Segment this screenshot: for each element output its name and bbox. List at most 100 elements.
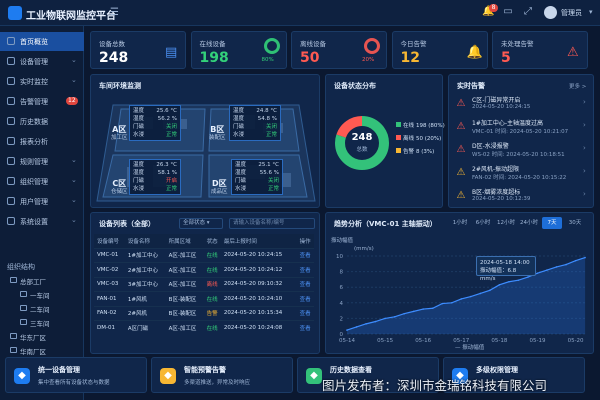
status-filter-select[interactable]: 全部状态 ▾ (179, 218, 223, 229)
sidebar-item-8[interactable]: 用户管理 ⌄ (0, 192, 84, 211)
alarm-title: 1#加工中心-主轴温度过高 (472, 120, 544, 127)
table-cell: 离线 (203, 276, 221, 292)
range-tab[interactable]: 24小时 (519, 217, 539, 229)
data-point (431, 307, 434, 310)
table-row[interactable]: VMC-01 1#加工中心 A区-加工区 在线 2024-05-20 10:24:15 查… (94, 247, 314, 263)
x-tick-label: 05-18 (491, 338, 507, 344)
sidebar-item-4[interactable]: 历史数据 (0, 112, 84, 131)
sensor-row: 湿度 56.2 % (133, 115, 177, 123)
sidebar-item-3[interactable]: 告警管理 12 (0, 92, 84, 111)
table-row[interactable]: VMC-03 3#加工中心 A区-加工区 离线 2024-05-20 09:10:32 查… (94, 276, 314, 292)
fullscreen-icon[interactable]: ⤢ (522, 6, 534, 18)
view-link[interactable]: 查看 (296, 262, 314, 277)
range-tab[interactable]: 12小时 (496, 217, 516, 229)
table-cell: FAN-02 (94, 305, 125, 321)
alarm-title: D区-水浸报警 (472, 143, 509, 150)
sidebar-item-0[interactable]: 首页概览 (0, 32, 84, 51)
x-tick-label: 05-20 (568, 338, 584, 344)
zone-label[interactable]: C区 仓储区 (111, 179, 128, 197)
chevron-down-icon[interactable]: ▾ (589, 8, 593, 16)
sidebar-item-9[interactable]: 系统设置 ⌄ (0, 212, 84, 231)
tooltip-value: 振动幅值：6.8 mm/s (480, 268, 517, 282)
device-search-input[interactable]: 请输入设备名称/编号 (229, 218, 315, 229)
sidebar-item-1[interactable]: 设备管理 ⌄ (0, 52, 84, 71)
sensor-value: 正常 (265, 132, 277, 138)
message-icon[interactable]: ▭ (502, 6, 514, 18)
legend-value: 198 (80%) (416, 123, 445, 129)
sidebar-item-label: 组织管理 (20, 178, 48, 186)
device-list-title: 设备列表（全部） (99, 220, 155, 228)
sensor-label: 水浸 (233, 132, 245, 138)
sidebar-item-5[interactable]: 报表分析 (0, 132, 84, 151)
table-cell: A区-加工区 (165, 247, 204, 263)
tree-node[interactable]: 总部工厂 (20, 276, 46, 286)
nav-icon (7, 57, 15, 65)
data-point (479, 292, 482, 295)
sidebar-item-2[interactable]: 实时监控 ⌄ (0, 72, 84, 91)
range-tab[interactable]: 6小时 (473, 217, 493, 229)
zone-label[interactable]: A区 加工区 (111, 125, 128, 143)
range-tab[interactable]: 7天 (542, 217, 562, 229)
chevron-right-icon: › (583, 167, 586, 175)
alarm-item[interactable]: ⚠ B区-烟雾浓度超标 2024-05-20 10:12:39 › (455, 186, 590, 214)
sidebar-item-7[interactable]: 组织管理 ⌄ (0, 172, 84, 191)
tree-node[interactable]: 二车间 (30, 304, 50, 314)
chevron-down-icon[interactable]: ⌄ (71, 56, 77, 64)
sidebar-item-6[interactable]: 规则管理 ⌄ (0, 152, 84, 171)
chevron-down-icon[interactable]: ⌄ (71, 196, 77, 204)
range-tab[interactable]: 1小时 (450, 217, 470, 229)
alarm-more-link[interactable]: 更多 > (569, 82, 586, 90)
stat-card-4[interactable]: 未处理告警 5 ⚠ (492, 31, 588, 69)
legend-item: 告警 8 (3%) (396, 147, 434, 155)
user-name[interactable]: 管理员 (561, 8, 582, 18)
chevron-down-icon[interactable]: ⌄ (71, 216, 77, 224)
tree-node[interactable]: 华南厂区 (20, 346, 46, 356)
sensor-value: 正常 (165, 132, 177, 138)
feature-desc: 多渠道推送，异常及时响应 (184, 380, 251, 386)
feature-card[interactable]: ◆ 统一设备管理 集中查看所有设备状态与数据 (5, 357, 147, 393)
stat-value: 12 (400, 50, 420, 66)
warning-icon: ⚠ (456, 190, 466, 201)
view-link[interactable]: 查看 (296, 320, 314, 335)
chevron-down-icon[interactable]: ⌄ (71, 176, 77, 184)
table-row[interactable]: FAN-02 2#风机 B区-装配区 告警 2024-05-20 10:15:34 查看 (94, 305, 314, 321)
chevron-down-icon[interactable]: ⌄ (71, 76, 77, 84)
alarm-meta: 2024-05-20 10:12:39 (472, 196, 531, 202)
table-row[interactable]: FAN-01 1#风机 B区-装配区 在线 2024-05-20 10:24:10 查看 (94, 291, 314, 306)
stat-icon: ▤ (165, 45, 178, 60)
nav-icon (7, 117, 15, 125)
warning-icon: ⚠ (456, 121, 466, 132)
sensor-value: 关闭 (265, 124, 277, 130)
sensor-value: 55.6 % (259, 170, 279, 176)
chevron-down-icon[interactable]: ⌄ (71, 156, 77, 164)
table-row[interactable]: DM-01 A区门磁 A区-加工区 在线 2024-05-20 10:24:08 查看 (94, 320, 314, 335)
range-tab[interactable]: 30天 (565, 217, 585, 229)
stat-card-1[interactable]: 在线设备 198 80% (190, 31, 287, 69)
table-cell: 2024-05-20 10:15:34 (220, 305, 297, 321)
sensor-row: 湿度 54.8 % (233, 115, 277, 123)
feature-icon: ◆ (160, 368, 176, 384)
y-tick-label: 4 (340, 301, 344, 307)
tree-node[interactable]: 三车间 (30, 318, 50, 328)
stat-card-2[interactable]: 离线设备 50 20% (291, 31, 387, 69)
zone-name: B区 (210, 125, 225, 134)
stat-card-3[interactable]: 今日告警 12 🔔 (391, 31, 488, 69)
zone-label[interactable]: B区 装配区 (209, 125, 226, 143)
menu-toggle-icon[interactable]: ☰ (110, 7, 120, 18)
view-link[interactable]: 查看 (296, 305, 314, 321)
trend-chart: 024681005-14 05-15 05-16 05-17 05-18 05-19 05-… (336, 254, 587, 351)
avatar[interactable] (544, 6, 557, 19)
stat-card-0[interactable]: 设备总数 248 ▤ (90, 31, 186, 69)
view-link[interactable]: 查看 (296, 291, 314, 306)
zone-label[interactable]: D区 成品区 (211, 179, 228, 197)
table-cell: A区-加工区 (165, 276, 204, 292)
sensor-row: 水浸 正常 (133, 131, 177, 139)
tree-node[interactable]: 华东厂区 (20, 332, 46, 342)
view-link[interactable]: 查看 (296, 247, 314, 263)
feature-card[interactable]: ◆ 智能预警告警 多渠道推送，异常及时响应 (151, 357, 293, 393)
view-link[interactable]: 查看 (296, 276, 314, 292)
table-row[interactable]: VMC-02 2#加工中心 A区-加工区 在线 2024-05-20 10:24:12 查… (94, 262, 314, 277)
table-cell: 在线 (203, 247, 221, 263)
legend-item: 在线 198 (80%) (396, 121, 445, 129)
tree-node[interactable]: 一车间 (30, 290, 50, 300)
